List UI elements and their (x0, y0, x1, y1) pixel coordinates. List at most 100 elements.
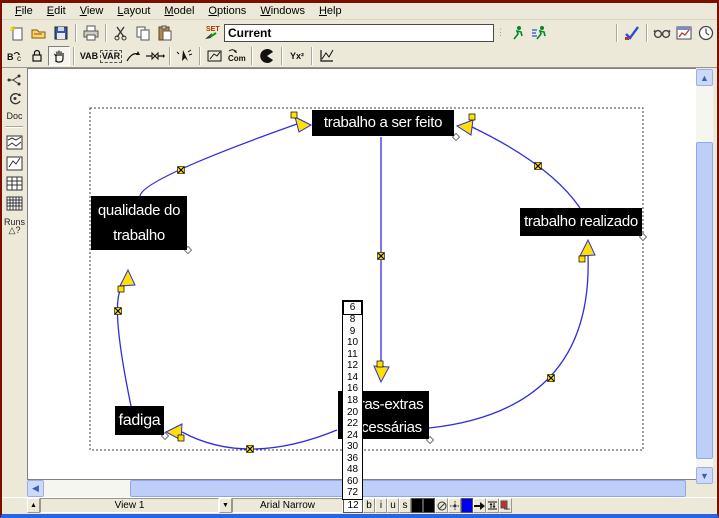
print-icon[interactable] (80, 23, 102, 43)
menu-options[interactable]: Options (201, 4, 253, 18)
uses-tree-icon[interactable] (5, 90, 24, 107)
menu-edit[interactable]: Edit (40, 4, 73, 18)
delete-tool-icon[interactable] (256, 46, 278, 66)
arrow-style-button[interactable] (473, 498, 486, 513)
pointer-tool-icon[interactable] (174, 46, 196, 66)
view-down-button[interactable]: ▼ (219, 498, 232, 513)
vertical-scroll-thumb[interactable] (696, 142, 713, 459)
arrowhead-handle[interactable] (291, 112, 297, 118)
line-thickness-button[interactable] (486, 498, 499, 513)
lock-tool-icon[interactable] (26, 46, 48, 66)
node-trabalho-a-ser-feito[interactable]: trabalho a ser feito (312, 110, 454, 136)
arrow-handle-x[interactable] (378, 253, 385, 260)
shadow-variable-tool-icon[interactable]: VAR (100, 46, 122, 66)
equations-tool-icon[interactable]: Yx² (286, 46, 308, 66)
copy-icon[interactable] (132, 23, 154, 43)
new-icon[interactable] (6, 23, 28, 43)
position-button[interactable] (448, 498, 461, 513)
save-icon[interactable] (50, 23, 72, 43)
shape-button[interactable] (435, 498, 448, 513)
font-size-option-60[interactable]: 60 (343, 476, 362, 488)
menu-model[interactable]: Model (157, 4, 201, 18)
arrowhead-handle[interactable] (579, 256, 585, 262)
simulation-gauge-icon[interactable] (695, 23, 717, 43)
check-model-icon[interactable] (621, 23, 643, 43)
document-tool[interactable]: Doc (5, 107, 24, 124)
run-fast-icon[interactable] (529, 23, 551, 43)
move-words-tool-icon[interactable]: Bc (4, 46, 26, 66)
arrowhead-handle[interactable] (178, 435, 184, 441)
arrow-handle-x[interactable] (115, 308, 122, 315)
font-size-option-36[interactable]: 36 (343, 453, 362, 465)
run-simulation-icon[interactable] (507, 23, 529, 43)
menu-layout[interactable]: Layout (110, 4, 157, 18)
arrow-handle-x[interactable] (247, 446, 254, 453)
arrow-handle-x[interactable] (548, 375, 555, 382)
input-output-object-tool-icon[interactable] (204, 46, 226, 66)
font-size-field[interactable]: 12 (343, 498, 363, 513)
scroll-down-button[interactable]: ▼ (696, 467, 713, 484)
causes-strip-icon[interactable] (5, 134, 24, 151)
font-name-field[interactable]: Arial Narrow (232, 498, 343, 513)
arrow-realizado-to-feito[interactable] (472, 127, 580, 208)
arrowhead-handle[interactable] (118, 286, 124, 292)
font-size-option-11[interactable]: 11 (343, 349, 362, 361)
horizontal-scroll-thumb[interactable] (130, 480, 686, 497)
view-name-field[interactable]: View 1 (40, 498, 219, 513)
table-tool-icon[interactable] (5, 175, 24, 192)
view-up-button[interactable]: ▲ (27, 498, 40, 513)
rate-tool-icon[interactable] (144, 46, 166, 66)
font-size-dropdown[interactable]: 6891011121416182022243036486072 (342, 300, 363, 500)
vertical-scrollbar[interactable]: ▲ ▼ (696, 69, 713, 484)
node-qualidade-do-trabalho[interactable]: qualidade dotrabalho (91, 196, 187, 250)
font-size-option-30[interactable]: 30 (343, 441, 362, 453)
style-i-button[interactable]: i (375, 498, 387, 513)
style-u-button[interactable]: u (387, 498, 399, 513)
font-size-option-14[interactable]: 14 (343, 372, 362, 384)
arrow-handle-x[interactable] (535, 163, 542, 170)
runs-compare-tool[interactable]: Runs△? (5, 215, 24, 237)
menu-file[interactable]: File (8, 4, 40, 18)
set-dataset-icon[interactable]: SET (200, 23, 222, 43)
scroll-up-button[interactable]: ▲ (696, 69, 713, 86)
fill-color-swatch[interactable] (423, 498, 435, 513)
graph-tool-icon[interactable] (5, 155, 24, 172)
dataset-field[interactable] (224, 24, 494, 42)
paste-icon[interactable] (154, 23, 176, 43)
font-size-option-18[interactable]: 18 (343, 395, 362, 407)
font-size-option-6[interactable]: 6 (343, 301, 362, 315)
output-windows-icon[interactable] (673, 23, 695, 43)
arrow-handle-x[interactable] (178, 167, 185, 174)
copy-attributes-button[interactable] (499, 498, 512, 513)
node-trabalho-realizado[interactable]: trabalho realizado (520, 208, 642, 236)
font-size-option-16[interactable]: 16 (343, 384, 362, 396)
style-b-button[interactable]: b (363, 498, 375, 513)
arrowhead-handle[interactable] (377, 361, 383, 367)
font-size-option-9[interactable]: 9 (343, 326, 362, 338)
text-color-swatch[interactable] (411, 498, 423, 513)
model-reader-icon[interactable] (651, 23, 673, 43)
table-time-down-icon[interactable] (5, 195, 24, 212)
arrowhead-handle[interactable] (469, 114, 475, 120)
arrow-tool-icon[interactable] (122, 46, 144, 66)
arrow-horas-to-realizado[interactable] (429, 256, 588, 428)
node-fadiga[interactable]: fadiga (115, 406, 164, 435)
open-icon[interactable] (28, 23, 50, 43)
cut-icon[interactable] (110, 23, 132, 43)
font-size-option-8[interactable]: 8 (343, 315, 362, 327)
font-size-option-20[interactable]: 20 (343, 407, 362, 419)
comment-tool-icon[interactable]: Com (226, 46, 248, 66)
box-color-swatch[interactable] (461, 498, 473, 513)
menu-view[interactable]: View (73, 4, 111, 18)
font-size-option-12[interactable]: 12 (343, 361, 362, 373)
style-s-button[interactable]: s (399, 498, 411, 513)
hand-tool-icon[interactable] (48, 46, 70, 66)
arrow-horas-to-fadiga[interactable] (182, 430, 337, 449)
arrow-fadiga-to-qualidade[interactable] (117, 285, 131, 406)
variable-tool-icon[interactable]: VAB (78, 46, 100, 66)
font-size-option-24[interactable]: 24 (343, 430, 362, 442)
arrow-qualidade-to-feito[interactable] (140, 124, 297, 196)
menu-help[interactable]: Help (312, 4, 349, 18)
reference-modes-tool-icon[interactable] (316, 46, 338, 66)
font-size-option-10[interactable]: 10 (343, 338, 362, 350)
